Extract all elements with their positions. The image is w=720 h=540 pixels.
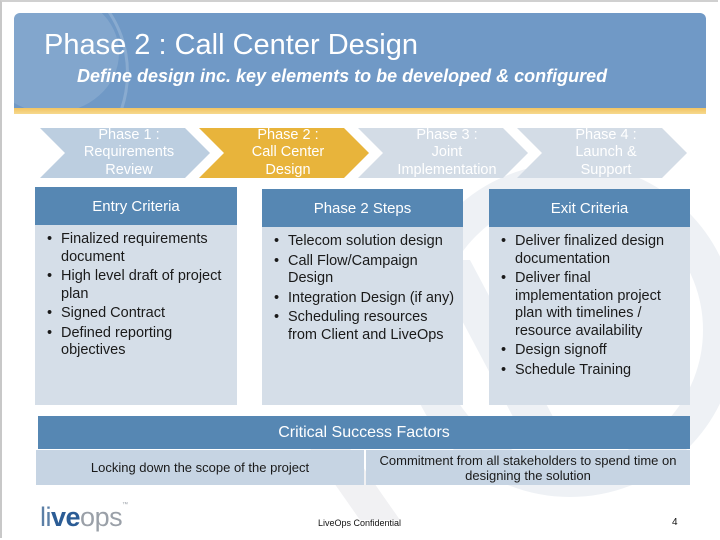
phase-3-chevron: Phase 3 : Joint Implementation — [358, 126, 528, 178]
csf-title: Critical Success Factors — [278, 423, 450, 441]
phase-label-line: Launch & — [575, 144, 637, 161]
phase-label-line: Phase 4 : — [575, 126, 637, 143]
list-item: Deliver final implementation project pla… — [497, 270, 682, 340]
exit-criteria-body: Deliver finalized design documentation D… — [489, 227, 690, 405]
phase-4-chevron: Phase 4 : Launch & Support — [517, 126, 687, 178]
liveops-logo: liveops™ — [40, 502, 128, 533]
phase-label-line: Phase 2 : — [257, 126, 319, 143]
phase-2-chevron: Phase 2 : Call Center Design — [199, 126, 369, 178]
phase-1-chevron: Phase 1 : Requirements Review — [40, 126, 210, 178]
phase-label-line: Requirements — [83, 144, 175, 161]
entry-criteria-title: Entry Criteria — [92, 197, 180, 215]
phase-label-line: Phase 1 : — [98, 126, 160, 143]
entry-criteria-header: Entry Criteria — [35, 187, 237, 225]
entry-criteria-list: Finalized requirements document High lev… — [43, 231, 229, 360]
phase-steps-list: Telecom solution design Call Flow/Campai… — [270, 233, 455, 344]
phase-label-line: Joint — [431, 144, 463, 161]
list-item: Scheduling resources from Client and Liv… — [270, 309, 455, 344]
csf-factor-text: Locking down the scope of the project — [90, 460, 310, 475]
csf-factor-2: Commitment from all stakeholders to spen… — [366, 450, 690, 485]
list-item: High level draft of project plan — [43, 268, 229, 303]
page-number: 4 — [672, 517, 678, 528]
csf-factor-1: Locking down the scope of the project — [36, 450, 364, 485]
banner-accent-stripe — [14, 108, 706, 114]
exit-criteria-title: Exit Criteria — [550, 199, 629, 217]
csf-header: Critical Success Factors — [38, 416, 690, 449]
list-item: Deliver finalized design documentation — [497, 233, 682, 268]
logo-part: ve — [51, 502, 81, 532]
phase-label-line: Phase 3 : — [416, 126, 478, 143]
logo-part: li — [40, 502, 52, 532]
confidential-label: LiveOps Confidential — [318, 518, 402, 528]
phase-label-line: Support — [580, 161, 632, 178]
list-item: Call Flow/Campaign Design — [270, 253, 455, 288]
list-item: Integration Design (if any) — [270, 290, 455, 308]
phase-label-line: Implementation — [397, 161, 497, 178]
list-item: Telecom solution design — [270, 233, 455, 251]
page-subtitle: Define design inc. key elements to be de… — [77, 66, 608, 86]
entry-criteria-body: Finalized requirements document High lev… — [35, 225, 237, 405]
list-item: Defined reporting objectives — [43, 325, 229, 360]
list-item: Schedule Training — [497, 362, 682, 380]
phase-label-line: Call Center — [251, 144, 325, 161]
exit-criteria-list: Deliver finalized design documentation D… — [497, 233, 682, 379]
list-item: Design signoff — [497, 342, 682, 360]
phase-label-line: Review — [105, 161, 153, 178]
logo-part: ops — [80, 502, 123, 532]
list-item: Finalized requirements document — [43, 231, 229, 266]
csf-factor-text: Commitment from all stakeholders to spen… — [379, 452, 677, 483]
exit-criteria-header: Exit Criteria — [489, 189, 690, 227]
phase-label-line: Design — [265, 161, 311, 178]
phase-steps-header: Phase 2 Steps — [262, 189, 463, 227]
list-item: Signed Contract — [43, 305, 229, 323]
phase-steps-body: Telecom solution design Call Flow/Campai… — [262, 227, 463, 405]
page-title: Phase 2 : Call Center Design — [44, 29, 418, 61]
phase-steps-title: Phase 2 Steps — [313, 199, 412, 217]
header-banner: Phase 2 : Call Center Design Define desi… — [14, 13, 706, 108]
trademark-symbol: ™ — [122, 502, 128, 508]
